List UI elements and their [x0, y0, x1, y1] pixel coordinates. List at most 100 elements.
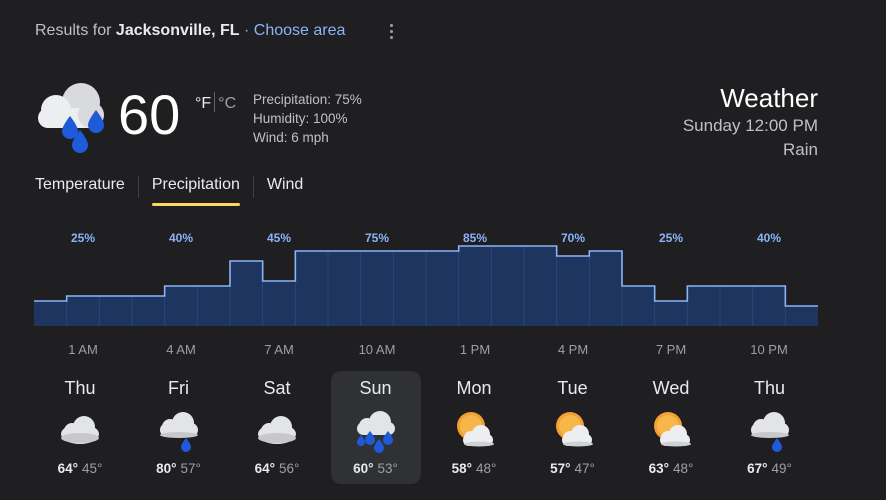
hour-label: 10 PM	[750, 342, 788, 357]
day-forecast-mon[interactable]: Mon 58° 48°	[429, 371, 519, 484]
day-forecast-thu[interactable]: Thu 67° 49°	[725, 371, 815, 484]
precip-bar	[752, 286, 786, 326]
precip-bar	[197, 286, 231, 326]
day-name: Sun	[359, 378, 392, 398]
chart-tabs: Temperature Precipitation Wind	[35, 176, 303, 208]
low-temp: 49°	[771, 461, 792, 476]
day-forecast-wed[interactable]: Wed 63° 48°	[626, 371, 716, 484]
precip-bar	[687, 286, 721, 326]
tab-wind[interactable]: Wind	[267, 176, 303, 194]
results-prefix: Results for	[35, 22, 112, 39]
fahrenheit-button[interactable]: °F	[195, 95, 211, 112]
precipitation-chart: 25% 40% 45% 75% 85% 70% 25% 40%	[34, 231, 818, 326]
precip-bar	[785, 306, 818, 326]
day-forecast-thu[interactable]: Thu 64° 45°	[35, 371, 125, 484]
high-temp: 64°	[57, 461, 78, 476]
current-temperature: 60	[118, 83, 181, 146]
precip-bar	[654, 301, 688, 326]
location-name: Jacksonville, FL	[115, 22, 240, 39]
cloud-rain-drop-icon	[750, 412, 789, 452]
hour-label: 7 PM	[655, 342, 687, 357]
weather-details: Precipitation: 75% Humidity: 100% Wind: …	[253, 90, 362, 147]
precipitation-detail: Precipitation: 75%	[253, 92, 362, 107]
day-forecast-fri[interactable]: Fri 80° 57°	[134, 371, 224, 484]
weather-condition: Rain	[783, 140, 818, 159]
hour-label: 1 AM	[68, 342, 98, 357]
humidity-detail: Humidity: 100%	[253, 111, 348, 126]
day-temps: 57° 47°	[528, 461, 618, 476]
precip-bar	[622, 286, 656, 326]
precip-bar	[66, 296, 100, 326]
partly-cloudy-icon	[555, 412, 593, 447]
precip-bar	[164, 286, 198, 326]
day-temps: 63° 48°	[626, 461, 716, 476]
day-temps: 67° 49°	[725, 461, 815, 476]
hour-label: 1 PM	[459, 342, 491, 357]
high-temp: 64°	[254, 461, 275, 476]
day-forecast-sun[interactable]: Sun 60° 53°	[330, 371, 421, 484]
tab-temperature[interactable]: Temperature	[35, 176, 125, 194]
low-temp: 45°	[82, 461, 103, 476]
cloudy-icon	[61, 416, 99, 444]
high-temp: 80°	[156, 461, 177, 476]
hour-label: 4 PM	[557, 342, 589, 357]
precip-bar	[230, 261, 264, 326]
tab-divider	[137, 176, 139, 198]
tab-divider	[252, 176, 254, 198]
partly-cloudy-icon	[457, 412, 494, 447]
high-temp: 63°	[648, 461, 669, 476]
precip-bar	[556, 256, 590, 326]
precip-bar	[132, 296, 166, 326]
partly-cloudy-icon	[654, 412, 691, 447]
hour-label: 10 AM	[358, 342, 396, 357]
rain-cloud-icon	[38, 83, 104, 153]
day-forecast-sat[interactable]: Sat 64° 56°	[232, 371, 322, 484]
high-temp: 58°	[451, 461, 472, 476]
precip-percent-label: 70%	[561, 231, 585, 245]
precip-percent-label: 40%	[169, 231, 193, 245]
precip-percent-label: 85%	[463, 231, 487, 245]
precip-bar	[99, 296, 133, 326]
day-temps: 64° 45°	[35, 461, 125, 476]
low-temp: 48°	[476, 461, 497, 476]
more-options-icon[interactable]	[383, 22, 399, 42]
hour-label: 7 AM	[264, 342, 294, 357]
precip-percent-label: 45%	[267, 231, 291, 245]
day-forecast-tue[interactable]: Tue 57° 47°	[528, 371, 618, 484]
low-temp: 57°	[180, 461, 201, 476]
high-temp: 67°	[747, 461, 768, 476]
day-temps: 60° 53°	[331, 461, 421, 476]
precip-bar	[262, 281, 296, 326]
precip-percent-label: 25%	[71, 231, 95, 245]
tab-precipitation[interactable]: Precipitation	[151, 176, 240, 206]
precip-bar	[720, 286, 754, 326]
weather-summary: Weather Sunday 12:00 PM Rain	[683, 82, 818, 162]
unit-toggle: °F °C	[195, 92, 236, 113]
precip-bar	[295, 251, 329, 326]
precip-percent-label: 40%	[757, 231, 781, 245]
rain-cloud-icon	[356, 411, 395, 453]
celsius-button[interactable]: °C	[218, 95, 236, 112]
precip-bar	[393, 251, 427, 326]
day-temps: 64° 56°	[232, 461, 322, 476]
low-temp: 56°	[279, 461, 300, 476]
hour-label: 4 AM	[166, 342, 196, 357]
low-temp: 48°	[673, 461, 694, 476]
day-name: Fri	[168, 378, 189, 398]
low-temp: 53°	[377, 461, 398, 476]
choose-area-link[interactable]: Choose area	[254, 22, 346, 39]
day-name: Sat	[263, 378, 291, 398]
day-name: Wed	[652, 378, 690, 398]
day-name: Thu	[753, 378, 786, 398]
cloudy-icon	[258, 416, 296, 444]
unit-divider	[214, 92, 216, 112]
results-header: Results for Jacksonville, FL · Choose ar…	[35, 22, 345, 40]
precip-bar	[589, 251, 623, 326]
precip-bar	[524, 246, 558, 326]
high-temp: 57°	[550, 461, 571, 476]
day-name: Mon	[456, 378, 492, 398]
precip-bar	[458, 246, 492, 326]
precip-percent-label: 75%	[365, 231, 389, 245]
wind-detail: Wind: 6 mph	[253, 130, 329, 145]
cloud-rain-drop-icon	[159, 412, 198, 452]
